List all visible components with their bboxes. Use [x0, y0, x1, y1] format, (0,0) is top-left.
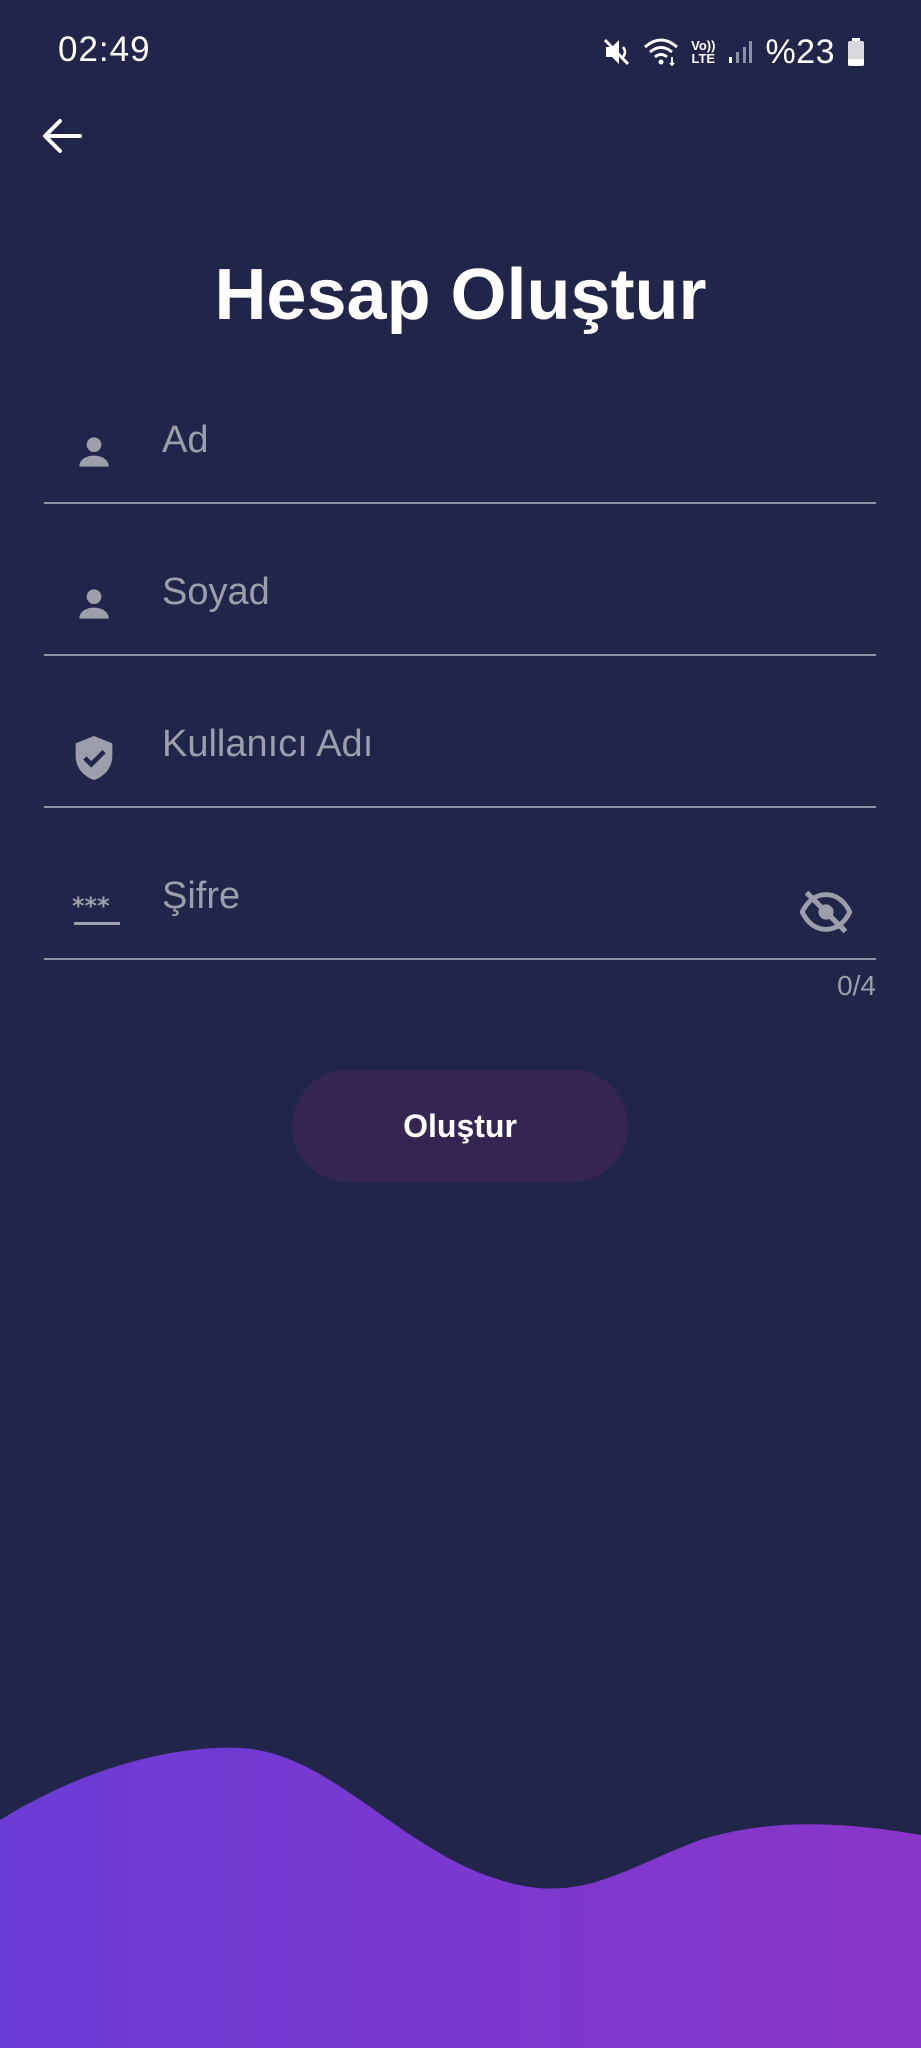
last-name-input[interactable] [162, 562, 762, 622]
person-icon [72, 582, 116, 626]
decorative-wave [0, 1747, 921, 2048]
mute-icon [603, 37, 631, 67]
create-account-button[interactable]: Oluştur [292, 1070, 628, 1182]
password-icon: *** [72, 886, 124, 930]
svg-text:***: *** [72, 892, 110, 920]
create-account-screen: 02:49 Vo)) LTE %23 Hesap Oluştur Ad Soya… [0, 0, 921, 2048]
status-icons: Vo)) LTE %23 [603, 28, 865, 76]
first-name-input[interactable] [162, 410, 762, 470]
username-input[interactable] [162, 714, 762, 774]
wifi-icon [643, 37, 679, 67]
password-field: *** [44, 828, 876, 960]
status-bar: 02:49 Vo)) LTE %23 [0, 0, 921, 100]
arrow-left-icon [42, 118, 82, 159]
shield-check-icon [72, 734, 116, 780]
page-title: Hesap Oluştur [214, 255, 707, 335]
person-icon [72, 430, 116, 474]
battery-level: %23 [765, 32, 835, 71]
eye-off-icon[interactable] [799, 886, 853, 938]
password-input[interactable] [162, 866, 762, 926]
status-time: 02:49 [58, 30, 151, 69]
battery-icon [847, 37, 865, 67]
volte-icon: Vo)) LTE [691, 39, 715, 65]
back-button[interactable] [36, 112, 88, 164]
password-char-counter: 0/4 [837, 970, 876, 1001]
volte-bottom-label: LTE [691, 51, 716, 66]
first-name-field [44, 372, 876, 504]
last-name-field [44, 524, 876, 656]
username-field [44, 676, 876, 808]
signal-icon [727, 39, 753, 65]
